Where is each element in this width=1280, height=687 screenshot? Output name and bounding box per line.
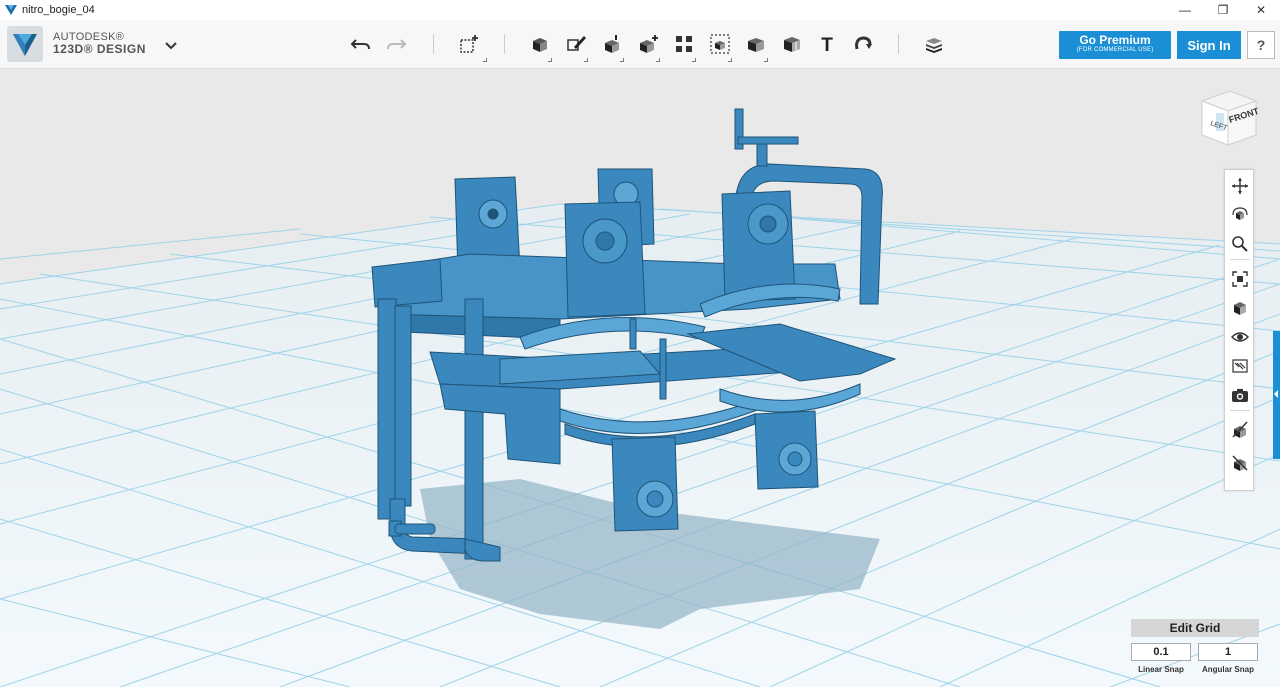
show-button[interactable] (1228, 451, 1252, 475)
orbit-button[interactable] (1228, 203, 1252, 227)
combine-button[interactable] (742, 30, 770, 58)
window-controls: — ❐ ✕ (1166, 0, 1280, 20)
material-icon (926, 38, 942, 53)
camera-icon (1232, 389, 1248, 402)
grouping-button[interactable] (706, 30, 734, 58)
snap-icon (855, 36, 872, 50)
zoom-button[interactable] (1228, 232, 1252, 256)
orbit-icon (1232, 207, 1248, 220)
materials-outline-button[interactable] (1228, 354, 1252, 378)
window-title: nitro_bogie_04 (22, 4, 95, 16)
main-toolbar: AUTODESK® 123D® DESIGN T Go Premium (FOR… (0, 20, 1280, 69)
hide-icon (1232, 421, 1248, 438)
view-cube[interactable]: LEFT FRONT (1196, 87, 1260, 149)
toolbar-separator (504, 34, 505, 54)
construct-menu-caret[interactable] (620, 58, 624, 62)
grouping-menu-caret[interactable] (728, 58, 732, 62)
combine-icon (748, 38, 764, 52)
redo-icon (387, 39, 407, 50)
navigation-bar (1224, 169, 1254, 491)
redo-button[interactable] (382, 30, 410, 58)
linear-snap-label: Linear Snap (1138, 665, 1184, 674)
pan-button[interactable] (1228, 174, 1252, 198)
toolbar-separator (898, 34, 899, 54)
toolbar-separator (433, 34, 434, 54)
primitives-menu-caret[interactable] (548, 58, 552, 62)
go-premium-button[interactable]: Go Premium (FOR COMMERCIAL USE) (1059, 31, 1171, 59)
transform-icon (460, 35, 478, 53)
edit-grid-button[interactable]: Edit Grid (1131, 619, 1259, 637)
pattern-menu-caret[interactable] (692, 58, 696, 62)
pan-icon (1232, 178, 1248, 194)
modify-menu-caret[interactable] (656, 58, 660, 62)
construct-icon (605, 35, 619, 53)
brand-line-2: 123D® DESIGN (53, 42, 146, 56)
pattern-icon (676, 36, 692, 52)
zoom-icon (1232, 236, 1248, 252)
undo-button[interactable] (347, 30, 375, 58)
text-icon: T (821, 35, 833, 55)
navbar-separator (1230, 259, 1250, 260)
chevron-down-icon[interactable] (163, 37, 179, 53)
modify-button[interactable] (634, 30, 662, 58)
show-icon (1232, 455, 1248, 471)
undo-icon (350, 39, 370, 50)
text-tool-glyph: T (821, 35, 833, 55)
views-button[interactable] (1228, 296, 1252, 320)
brand-name[interactable]: AUTODESK® 123D® DESIGN (53, 31, 146, 55)
sketch-icon (567, 36, 586, 51)
primitives-icon (533, 38, 547, 52)
fit-icon (1232, 271, 1248, 287)
modify-icon (640, 35, 658, 53)
maximize-button[interactable]: ❐ (1204, 0, 1242, 20)
visibility-button[interactable] (1228, 325, 1252, 349)
go-premium-label: Go Premium (1079, 33, 1151, 47)
sign-in-button[interactable]: Sign In (1177, 31, 1241, 59)
construct-button[interactable] (598, 30, 626, 58)
pattern-button[interactable] (670, 30, 698, 58)
navbar-separator (1230, 410, 1250, 411)
go-premium-sublabel: (FOR COMMERCIAL USE) (1076, 47, 1154, 53)
measure-button[interactable] (778, 30, 806, 58)
hide-button[interactable] (1228, 418, 1252, 442)
transform-menu-caret[interactable] (483, 58, 487, 62)
autodesk-logo-icon[interactable] (7, 26, 43, 62)
grid-settings-panel: Edit Grid 0.1 1 Linear Snap Angular Snap (1129, 619, 1261, 679)
angular-snap-label: Angular Snap (1201, 665, 1254, 674)
snap-button[interactable] (849, 30, 877, 58)
side-panel-tab[interactable] (1273, 331, 1280, 459)
sketch-menu-caret[interactable] (584, 58, 588, 62)
material-button[interactable] (920, 30, 948, 58)
close-button[interactable]: ✕ (1242, 0, 1280, 20)
scene-canvas[interactable] (0, 69, 1280, 687)
combine-menu-caret[interactable] (764, 58, 768, 62)
visibility-icon (1231, 332, 1249, 342)
measure-icon (784, 37, 800, 52)
angular-snap-field[interactable]: 1 (1198, 643, 1258, 661)
transform-button[interactable] (455, 30, 483, 58)
minimize-button[interactable]: — (1166, 0, 1204, 20)
app-logo-icon (5, 5, 17, 15)
camera-button[interactable] (1228, 383, 1252, 407)
linear-snap-field[interactable]: 0.1 (1131, 643, 1191, 661)
text-button[interactable]: T (813, 30, 841, 58)
materials-outline-icon (1232, 359, 1248, 373)
title-bar: nitro_bogie_04 — ❐ ✕ (0, 0, 1280, 20)
fit-button[interactable] (1228, 267, 1252, 291)
chevron-left-icon (1274, 390, 1278, 398)
sketch-button[interactable] (562, 30, 590, 58)
3d-viewport[interactable]: LEFT FRONT Edit Grid 0.1 1 Linear Snap A… (0, 69, 1280, 687)
views-icon (1234, 302, 1246, 315)
primitives-button[interactable] (526, 30, 554, 58)
grouping-icon (710, 34, 730, 54)
help-button[interactable]: ? (1247, 31, 1275, 59)
